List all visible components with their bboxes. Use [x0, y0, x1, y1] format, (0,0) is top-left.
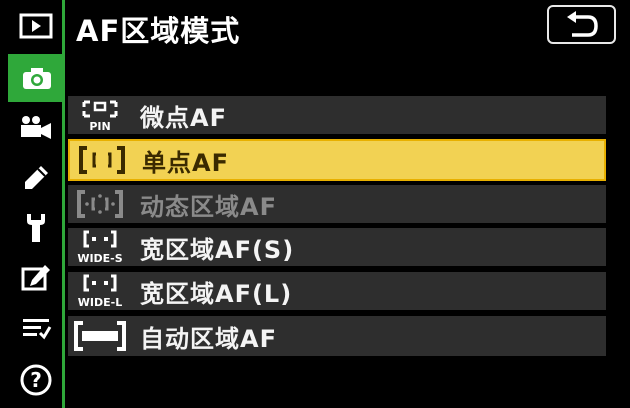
wide-area-s-icon: WIDE-S [68, 228, 132, 266]
play-icon [19, 13, 53, 39]
help-icon: ? [20, 364, 52, 396]
single-point-af-icon [70, 141, 134, 179]
menu-item-label: 微点AF [140, 103, 227, 132]
menu-item-wide-area-s[interactable]: WIDE-S 宽区域AF(S) [68, 228, 606, 266]
return-icon [566, 10, 598, 37]
tab-movie-shooting[interactable] [10, 104, 62, 152]
tab-my-menu[interactable] [10, 304, 62, 352]
back-button[interactable] [547, 5, 616, 44]
tab-retouch[interactable] [10, 254, 62, 302]
svg-text:WIDE-S: WIDE-S [77, 252, 122, 264]
retouch-icon [21, 265, 50, 291]
wrench-icon [27, 214, 45, 242]
menu-item-single-point-af[interactable]: 单点AF [68, 139, 606, 181]
tab-setup[interactable] [10, 204, 62, 252]
dynamic-area-af-icon [68, 185, 132, 223]
page-title: AF区域模式 [76, 14, 241, 48]
svg-text:PIN: PIN [89, 120, 110, 131]
auto-area-af-icon [68, 317, 132, 355]
movie-camera-icon [21, 116, 51, 139]
wide-area-l-icon: WIDE-L [68, 272, 132, 310]
menu-item-label: 宽区域AF(S) [140, 235, 295, 264]
menu-item-pinpoint-af[interactable]: PIN 微点AF [68, 96, 606, 134]
menu-item-label: 单点AF [142, 148, 229, 177]
menu-item-wide-area-l[interactable]: WIDE-L 宽区域AF(L) [68, 272, 606, 310]
menu-item-label: 动态区域AF [140, 192, 277, 221]
menu-item-auto-area-af[interactable]: 自动区域AF [68, 316, 606, 356]
svg-text:?: ? [30, 368, 42, 392]
my-menu-icon [23, 319, 52, 340]
tab-photo-shooting[interactable] [8, 54, 65, 102]
pinpoint-af-icon: PIN [68, 96, 132, 134]
tab-custom-settings[interactable] [10, 154, 62, 202]
tab-help[interactable]: ? [10, 356, 62, 404]
menu-item-label: 宽区域AF(L) [140, 279, 293, 308]
camera-icon [22, 68, 51, 89]
menu-item-dynamic-area-af[interactable]: 动态区域AF [68, 185, 606, 223]
menu-item-label: 自动区域AF [140, 324, 277, 353]
svg-text:WIDE-L: WIDE-L [78, 296, 122, 308]
tab-playback[interactable] [10, 2, 62, 50]
pencil-icon [25, 166, 48, 189]
